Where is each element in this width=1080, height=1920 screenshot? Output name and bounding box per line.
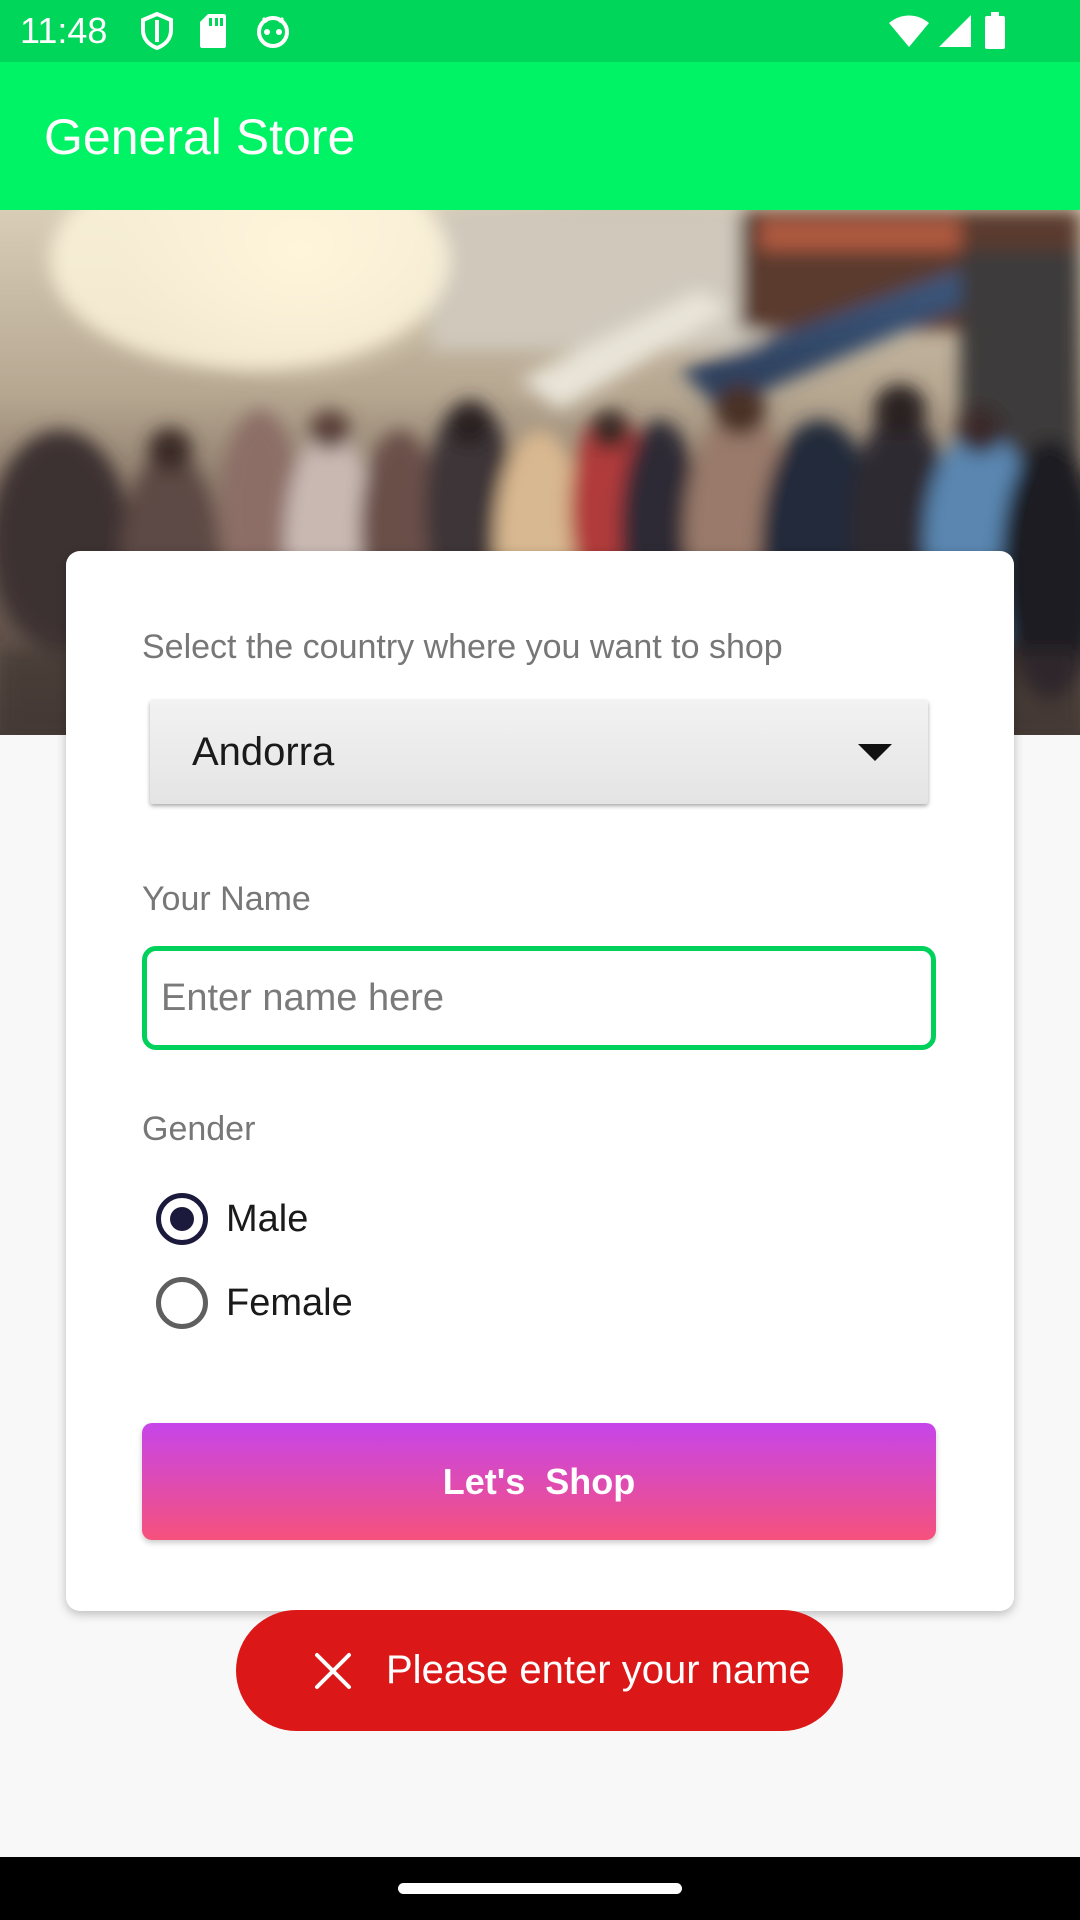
app-title: General Store bbox=[44, 109, 356, 165]
sd-card-icon bbox=[198, 12, 228, 55]
name-input[interactable] bbox=[142, 946, 936, 1050]
gender-label: Gender bbox=[142, 1110, 256, 1148]
error-toast: Please enter your name bbox=[236, 1610, 843, 1731]
home-gesture-handle[interactable] bbox=[398, 1883, 682, 1894]
name-label: Your Name bbox=[142, 880, 311, 918]
status-time: 11:48 bbox=[20, 10, 108, 51]
form-card: Select the country where you want to sho… bbox=[66, 551, 1014, 1611]
wifi-icon bbox=[888, 14, 930, 53]
shield-icon bbox=[140, 11, 174, 55]
toast-message: Please enter your name bbox=[386, 1648, 811, 1692]
country-spinner[interactable]: Andorra bbox=[150, 700, 928, 804]
radio-dot bbox=[170, 1207, 194, 1231]
country-selected-value: Andorra bbox=[192, 730, 335, 774]
lets-shop-button[interactable]: Let's Shop bbox=[142, 1423, 936, 1540]
close-icon bbox=[314, 1652, 352, 1695]
battery-icon bbox=[984, 12, 1006, 55]
navigation-bar bbox=[0, 1857, 1080, 1920]
status-bar: 11:48 bbox=[0, 0, 1080, 62]
android-debug-icon bbox=[254, 12, 292, 55]
dropdown-arrow-icon bbox=[858, 744, 892, 761]
country-label: Select the country where you want to sho… bbox=[142, 628, 783, 666]
radio-female-label[interactable]: Female bbox=[226, 1281, 353, 1325]
signal-icon bbox=[938, 14, 972, 53]
radio-male-label[interactable]: Male bbox=[226, 1197, 308, 1241]
radio-button-checked-icon[interactable] bbox=[156, 1193, 208, 1245]
radio-button-unchecked-icon[interactable] bbox=[156, 1277, 208, 1329]
app-bar: General Store bbox=[0, 62, 1080, 210]
